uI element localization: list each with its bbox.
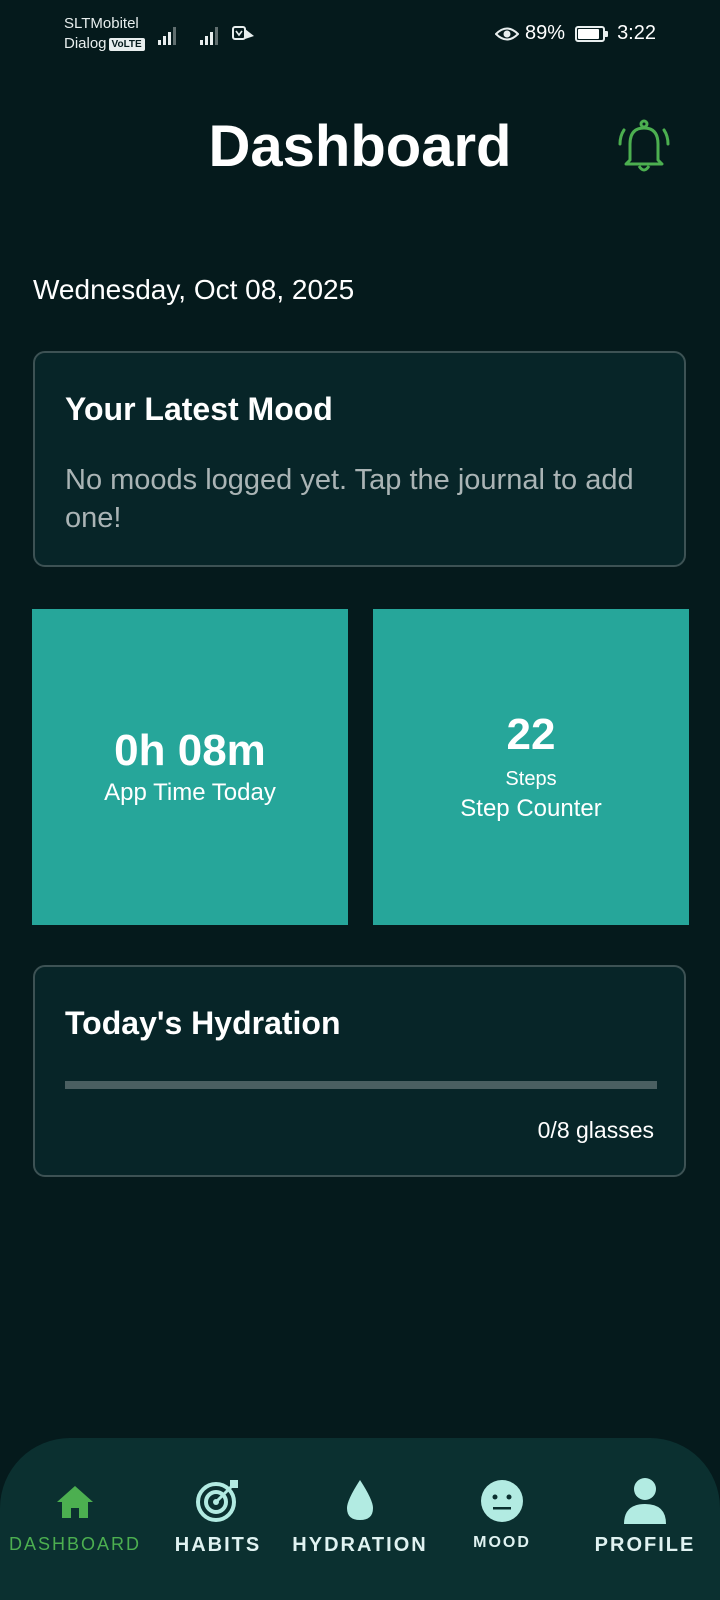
water-drop-icon xyxy=(347,1480,373,1520)
current-date: Wednesday, Oct 08, 2025 xyxy=(33,274,355,305)
home-icon xyxy=(57,1486,93,1518)
nav-hydration[interactable]: HYDRATION xyxy=(288,1476,432,1557)
bottom-navigation: DASHBOARD HABITS HYDRATION MOOD PROFILE xyxy=(0,1438,720,1600)
app-time-value: 0h 08m xyxy=(114,726,266,775)
nav-dashboard[interactable]: DASHBOARD xyxy=(3,1476,147,1555)
hydration-progress-bar xyxy=(65,1081,657,1089)
eye-icon xyxy=(495,27,520,40)
bell-icon[interactable] xyxy=(616,116,672,176)
step-counter-tile[interactable]: 22 Steps Step Counter xyxy=(373,609,689,925)
clock: 3:22 xyxy=(617,22,656,44)
battery-icon xyxy=(575,25,609,42)
mood-card-title: Your Latest Mood xyxy=(65,391,333,427)
app-time-label: App Time Today xyxy=(104,779,276,806)
neutral-face-icon xyxy=(481,1480,523,1522)
volte-badge: VoLTE xyxy=(108,37,145,51)
carrier-info: SLTMobitel Dialog VoLTE xyxy=(64,14,145,54)
nav-profile[interactable]: PROFILE xyxy=(573,1476,717,1557)
nav-dashboard-label: DASHBOARD xyxy=(8,1534,142,1554)
hydration-card[interactable]: Today's Hydration 0/8 glasses xyxy=(33,965,686,1177)
signal-icon xyxy=(158,27,176,45)
battery-percent: 89% xyxy=(525,22,566,44)
hydration-card-title: Today's Hydration xyxy=(65,1005,341,1041)
person-icon xyxy=(624,1478,666,1524)
mood-empty-message: No moods logged yet. Tap the journal to … xyxy=(65,464,634,534)
steps-value: 22 xyxy=(506,710,556,759)
app-time-tile[interactable]: 0h 08m App Time Today xyxy=(32,609,348,925)
status-bar: SLTMobitel Dialog VoLTE 89% 3:22 xyxy=(0,0,720,70)
carrier-1: SLTMobitel xyxy=(64,15,139,32)
nav-hydration-label: HYDRATION xyxy=(292,1534,428,1556)
status-right: 89% 3:22 xyxy=(495,22,656,45)
steps-unit: Steps xyxy=(505,768,557,790)
target-icon xyxy=(196,1480,238,1522)
glasses-count: 0/8 glasses xyxy=(537,1117,654,1143)
nav-profile-label: PROFILE xyxy=(594,1534,696,1556)
latest-mood-card[interactable]: Your Latest Mood No moods logged yet. Ta… xyxy=(33,351,686,567)
page-title: Dashboard xyxy=(208,114,512,179)
signal-icon-2 xyxy=(200,27,218,45)
step-counter-label: Step Counter xyxy=(460,795,602,822)
notification-icon xyxy=(232,26,254,40)
carrier-2: Dialog xyxy=(64,35,107,52)
nav-habits[interactable]: HABITS xyxy=(146,1476,290,1557)
nav-habits-label: HABITS xyxy=(174,1534,262,1556)
nav-mood[interactable]: MOOD xyxy=(430,1476,574,1552)
nav-mood-label: MOOD xyxy=(473,1534,531,1551)
